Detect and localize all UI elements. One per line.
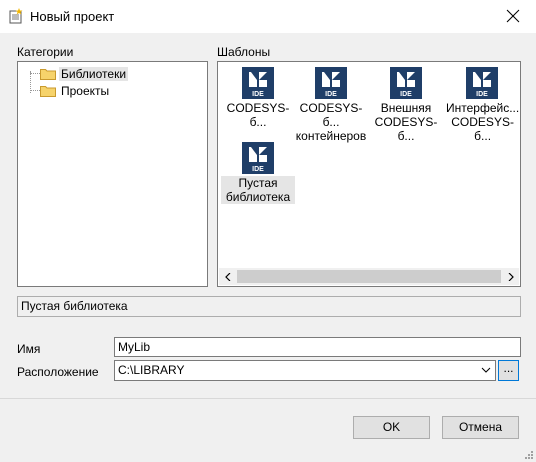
template-description: Пустая библиотека xyxy=(17,296,521,317)
template-label: Пустая библиотека xyxy=(221,176,295,204)
location-label: Расположение xyxy=(17,365,99,379)
chevron-down-icon[interactable] xyxy=(481,365,491,375)
template-item[interactable]: IDE CODESYS-б... контейнеров xyxy=(294,67,368,143)
svg-text:IDE: IDE xyxy=(476,91,488,98)
scroll-right-button[interactable] xyxy=(502,268,519,285)
codesys-ide-icon: IDE xyxy=(242,67,274,99)
scroll-left-button[interactable] xyxy=(219,268,236,285)
category-label: Проекты xyxy=(61,84,110,98)
name-input[interactable]: MyLib xyxy=(114,337,521,357)
template-label: CODESYS-б... контейнеров xyxy=(295,101,367,143)
svg-text:IDE: IDE xyxy=(252,166,264,173)
categories-label: Категории xyxy=(17,45,74,59)
close-button[interactable] xyxy=(490,0,536,33)
separator xyxy=(0,398,536,399)
svg-text:IDE: IDE xyxy=(252,91,264,98)
template-label: Внешняя CODESYS-б... xyxy=(374,101,438,143)
browse-button[interactable]: ... xyxy=(498,360,519,381)
category-item-projects[interactable]: Проекты xyxy=(40,83,111,99)
categories-tree[interactable]: Библиотеки Проекты xyxy=(17,61,208,287)
codesys-ide-icon: IDE xyxy=(315,67,347,99)
template-label: CODESYS-б... xyxy=(226,101,290,129)
title-bar: Новый проект xyxy=(0,0,536,33)
window-title: Новый проект xyxy=(30,9,115,24)
folder-icon xyxy=(40,69,56,80)
codesys-ide-icon: IDE xyxy=(390,67,422,99)
template-item[interactable]: IDE Интерфейс... CODESYS-б... xyxy=(445,67,519,143)
folder-icon xyxy=(40,86,56,97)
codesys-ide-icon: IDE xyxy=(466,67,498,99)
codesys-ide-icon: IDE xyxy=(242,142,274,174)
templates-list[interactable]: IDE CODESYS-б... IDE CODESYS-б... контей… xyxy=(217,61,521,287)
close-icon xyxy=(506,9,520,23)
template-item[interactable]: IDE Внешняя CODESYS-б... xyxy=(369,67,443,143)
chevron-right-icon xyxy=(508,272,514,281)
horizontal-scrollbar[interactable] xyxy=(219,268,519,285)
svg-text:IDE: IDE xyxy=(400,91,412,98)
ok-button[interactable]: OK xyxy=(353,416,430,439)
location-value: C:\LIBRARY xyxy=(118,363,185,377)
template-label: Интерфейс... CODESYS-б... xyxy=(446,101,520,143)
category-label: Библиотеки xyxy=(59,67,129,81)
category-item-libraries[interactable]: Библиотеки xyxy=(40,66,129,82)
new-project-icon xyxy=(9,8,23,24)
resize-grip-icon[interactable] xyxy=(522,448,534,460)
scrollbar-thumb[interactable] xyxy=(237,270,501,283)
cancel-button[interactable]: Отмена xyxy=(442,416,519,439)
svg-text:IDE: IDE xyxy=(325,91,337,98)
name-label: Имя xyxy=(17,342,41,356)
location-combobox[interactable]: C:\LIBRARY xyxy=(114,360,496,381)
templates-label: Шаблоны xyxy=(217,45,271,59)
template-item[interactable]: IDE CODESYS-б... xyxy=(221,67,295,129)
chevron-left-icon xyxy=(224,272,230,281)
template-item-selected[interactable]: IDE Пустая библиотека xyxy=(221,142,295,204)
